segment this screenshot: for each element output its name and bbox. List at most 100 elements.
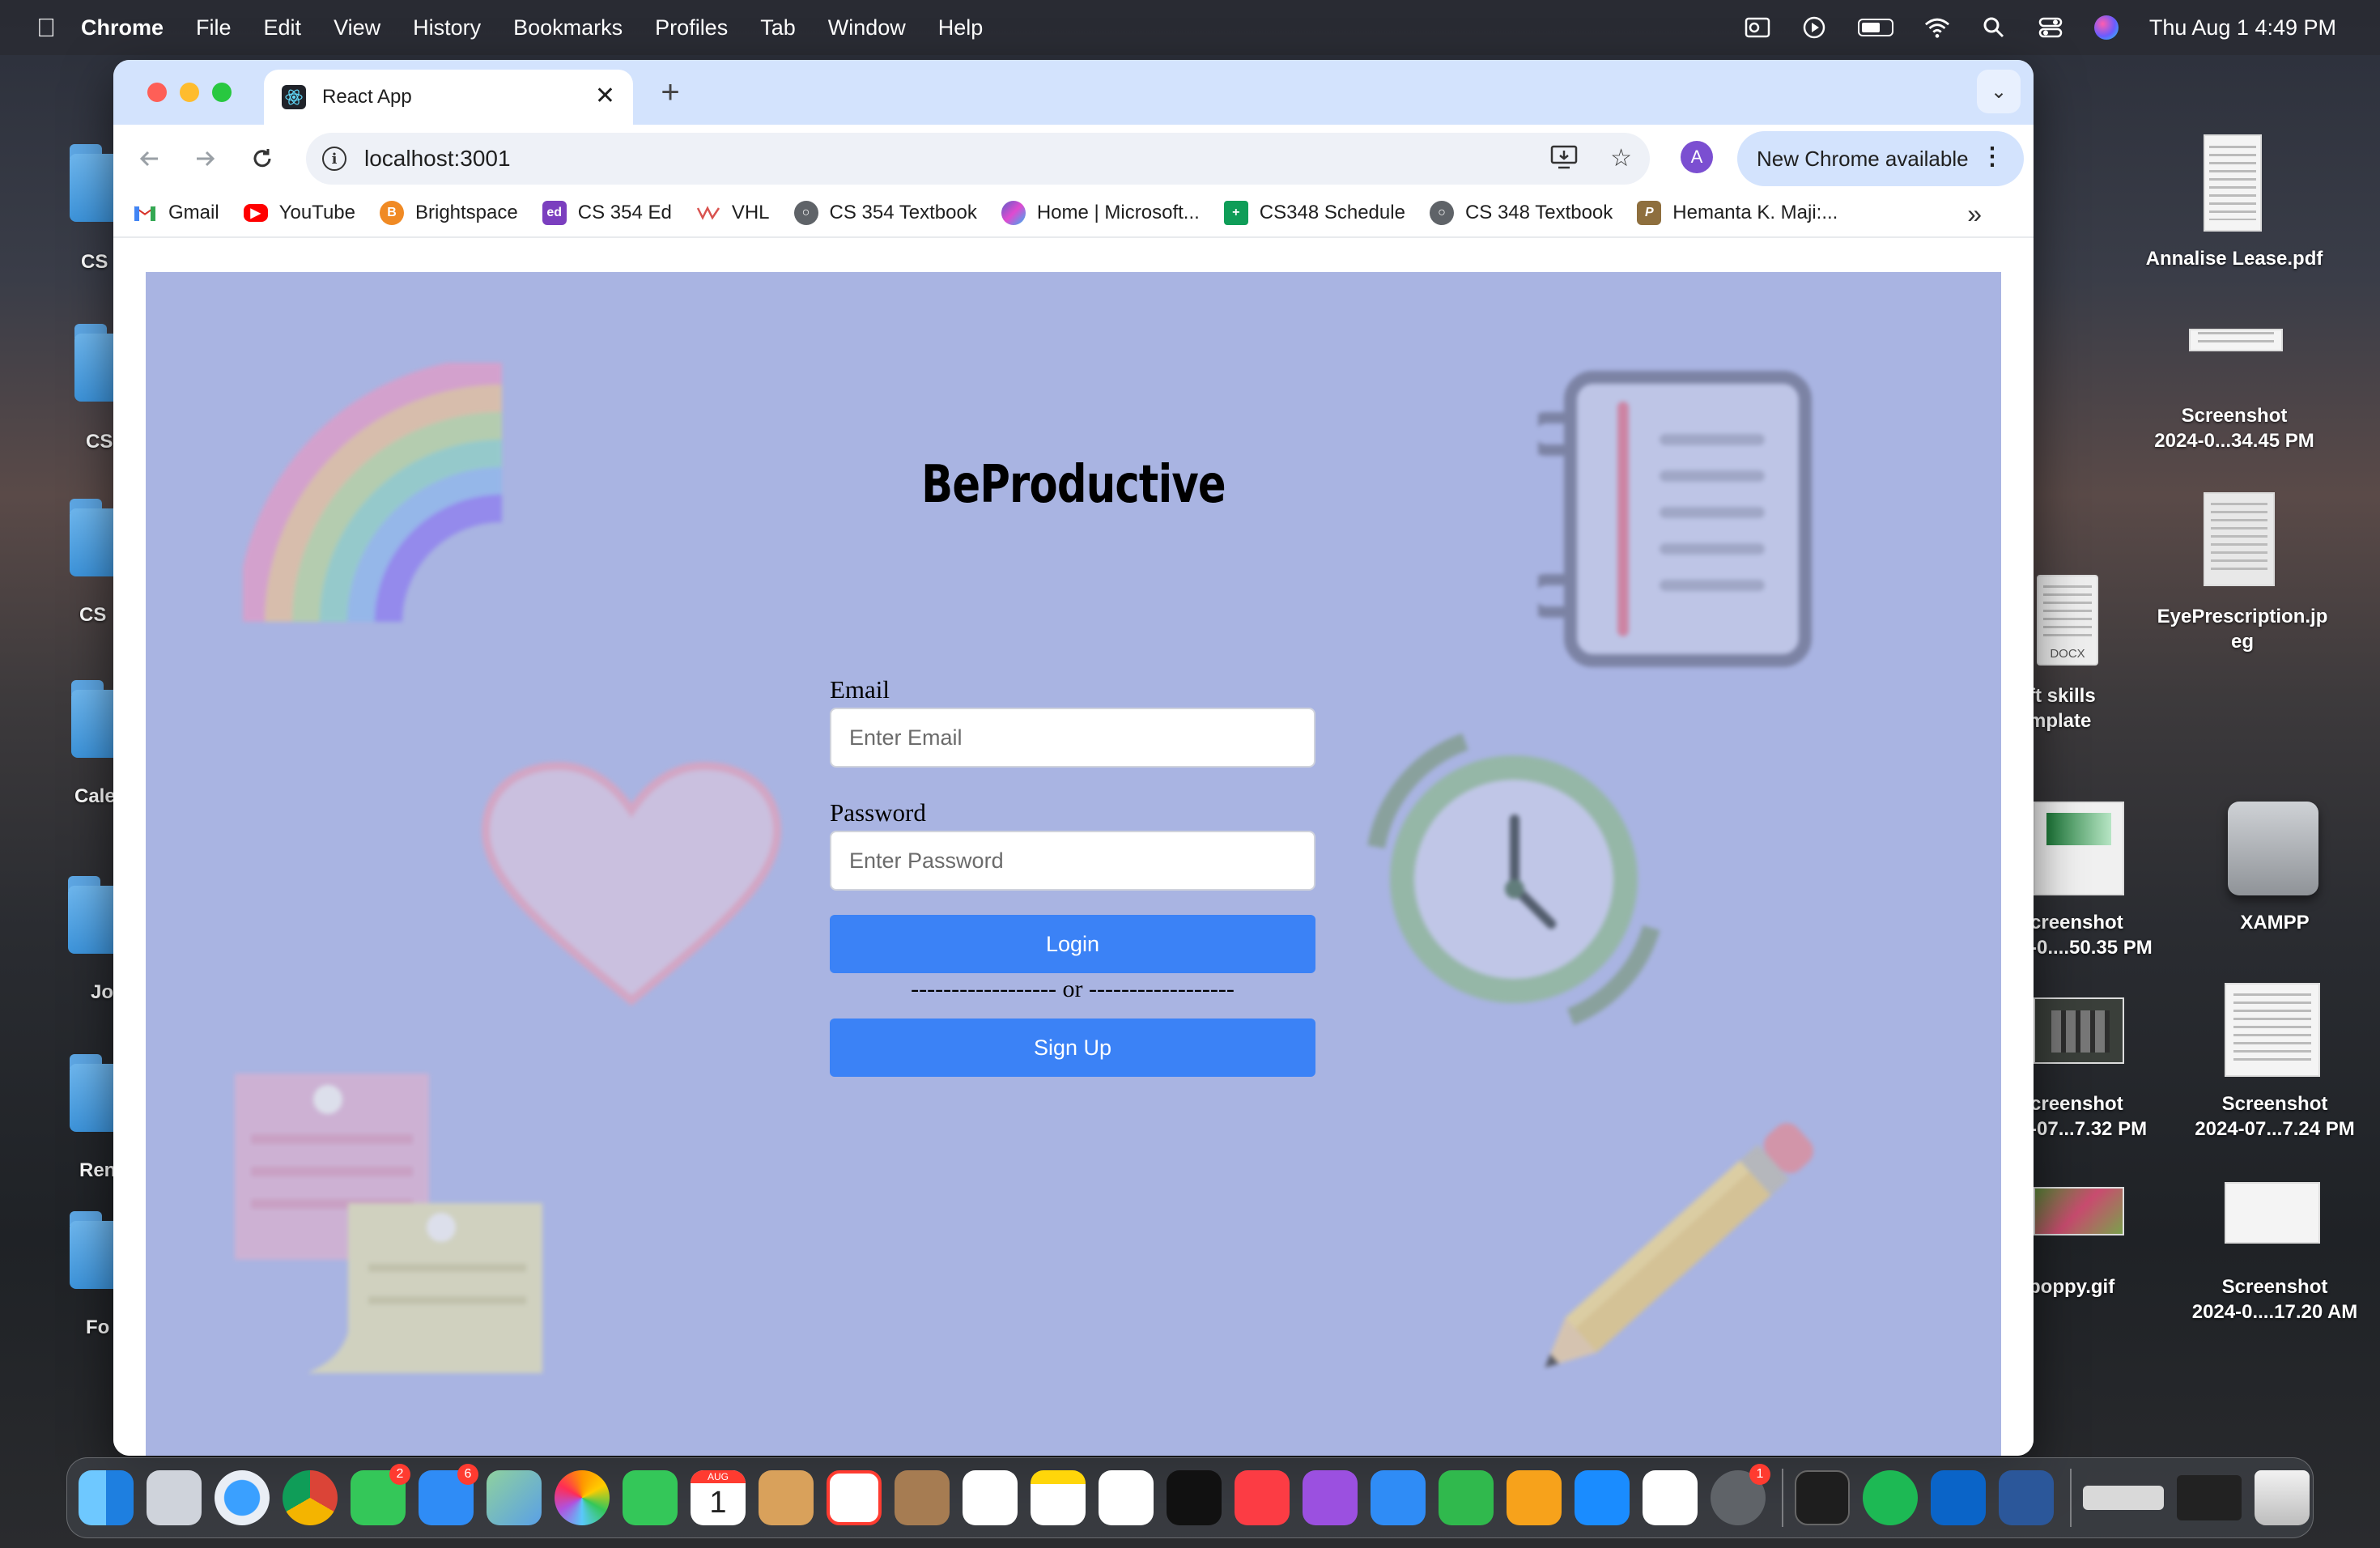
tab-strip: React App ✕ + ⌄ xyxy=(113,60,2034,125)
menu-help[interactable]: Help xyxy=(938,15,984,40)
finder-icon[interactable] xyxy=(79,1470,134,1525)
wifi-icon[interactable] xyxy=(1924,15,1950,40)
gif-file-icon[interactable] xyxy=(2034,1187,2124,1235)
bookmark-microsoft-home[interactable]: Home | Microsoft... xyxy=(1001,201,1200,225)
notes-icon[interactable] xyxy=(1031,1470,1086,1525)
docx-file-icon[interactable]: DOCX xyxy=(2037,575,2098,666)
screenshot-file-icon[interactable] xyxy=(2225,1182,2320,1244)
word-icon[interactable] xyxy=(1999,1470,2054,1525)
spotlight-search-icon[interactable] xyxy=(1981,15,2007,40)
forward-button[interactable] xyxy=(188,141,223,176)
new-chrome-available-button[interactable]: New Chrome available ⋮ xyxy=(1737,131,2024,186)
bookmark-gmail[interactable]: Gmail xyxy=(133,201,219,225)
bookmark-cs348-schedule[interactable]: + CS348 Schedule xyxy=(1223,201,1405,225)
vscode-icon[interactable] xyxy=(1643,1470,1698,1525)
terminal-icon[interactable] xyxy=(1795,1470,1850,1525)
calendar-icon[interactable]: AUG 1 xyxy=(691,1470,746,1525)
email-input[interactable] xyxy=(830,708,1315,768)
pages-icon[interactable] xyxy=(1507,1470,1562,1525)
bookmark-label: Hemanta K. Maji:... xyxy=(1672,202,1838,223)
kebab-menu-icon[interactable]: ⋮ xyxy=(1980,142,2004,172)
profile-avatar[interactable]: A xyxy=(1681,141,1713,173)
desktop-file-label: XAMPP xyxy=(2240,912,2310,933)
battery-icon[interactable] xyxy=(1857,19,1893,36)
bookmark-brightspace[interactable]: B Brightspace xyxy=(379,201,518,225)
news-icon[interactable] xyxy=(827,1470,882,1525)
close-window-button[interactable] xyxy=(147,83,167,102)
install-app-icon[interactable] xyxy=(1550,144,1578,177)
freeform-icon[interactable] xyxy=(1099,1470,1154,1525)
recent-document-icon[interactable] xyxy=(2083,1486,2164,1510)
tab-search-button[interactable]: ⌄ xyxy=(1977,70,2021,113)
screenshot-file-icon[interactable] xyxy=(2034,802,2124,895)
menu-view[interactable]: View xyxy=(334,15,380,40)
bookmark-label: CS348 Schedule xyxy=(1259,202,1405,223)
trash-icon[interactable] xyxy=(2255,1470,2310,1525)
recent-screenshot-icon[interactable] xyxy=(2177,1475,2242,1520)
tab-react-app[interactable]: React App ✕ xyxy=(264,70,633,125)
password-input[interactable] xyxy=(830,831,1315,891)
back-button[interactable] xyxy=(131,141,167,176)
reminders-icon[interactable] xyxy=(963,1470,1018,1525)
menu-window[interactable]: Window xyxy=(828,15,906,40)
menubar-clock[interactable]: Thu Aug 1 4:49 PM xyxy=(2149,15,2336,40)
more-bookmarks-icon[interactable]: » xyxy=(1967,199,1982,229)
system-settings-icon[interactable]: 1 xyxy=(1711,1464,1770,1525)
login-button[interactable]: Login xyxy=(830,915,1315,973)
address-bar[interactable]: i localhost:3001 ☆ xyxy=(306,133,1650,185)
menu-bookmarks[interactable]: Bookmarks xyxy=(513,15,623,40)
mail-icon[interactable]: 6 xyxy=(419,1464,478,1525)
messages-icon[interactable]: 2 xyxy=(351,1464,410,1525)
outlook-icon[interactable] xyxy=(1931,1470,1986,1525)
outlook-status-icon[interactable] xyxy=(1745,15,1770,40)
menu-tab[interactable]: Tab xyxy=(760,15,796,40)
minimize-window-button[interactable] xyxy=(180,83,199,102)
chrome-icon[interactable] xyxy=(283,1470,338,1525)
pdf-file-icon[interactable] xyxy=(2204,134,2262,232)
screenshot-file-icon[interactable] xyxy=(2225,983,2320,1077)
signup-button[interactable]: Sign Up xyxy=(830,1019,1315,1077)
podcasts-icon[interactable] xyxy=(1303,1470,1358,1525)
numbers-icon[interactable] xyxy=(1439,1470,1494,1525)
menu-history[interactable]: History xyxy=(413,15,481,40)
site-info-icon[interactable]: i xyxy=(322,147,346,171)
password-label: Password xyxy=(830,798,926,827)
archive-utility-icon[interactable] xyxy=(759,1470,814,1525)
play-circle-icon[interactable] xyxy=(1801,15,1827,40)
close-tab-icon[interactable]: ✕ xyxy=(595,84,615,108)
control-center-icon[interactable] xyxy=(2038,15,2063,40)
keynote-icon[interactable] xyxy=(1371,1470,1426,1525)
image-file-icon[interactable] xyxy=(2204,492,2275,586)
facetime-icon[interactable] xyxy=(623,1470,678,1525)
bookmark-cs354-ed[interactable]: ed CS 354 Ed xyxy=(542,201,672,225)
music-icon[interactable] xyxy=(1235,1470,1290,1525)
bookmark-cs348-textbook[interactable]: ○ CS 348 Textbook xyxy=(1429,201,1613,225)
zoom-window-button[interactable] xyxy=(212,83,232,102)
contacts-icon[interactable] xyxy=(895,1470,950,1525)
launchpad-icon[interactable] xyxy=(147,1470,202,1525)
app-store-icon[interactable] xyxy=(1575,1470,1630,1525)
screenshot-file-icon[interactable] xyxy=(2189,329,2283,351)
menu-file[interactable]: File xyxy=(196,15,232,40)
drive-icon[interactable] xyxy=(2228,802,2318,895)
maps-icon[interactable] xyxy=(487,1470,542,1525)
bookmark-cs354-textbook[interactable]: ○ CS 354 Textbook xyxy=(793,201,977,225)
url-text[interactable]: localhost:3001 xyxy=(364,146,511,172)
apple-tv-icon[interactable] xyxy=(1167,1470,1222,1525)
bookmark-star-icon[interactable]: ☆ xyxy=(1610,144,1632,177)
bookmark-hemanta-maji[interactable]: P Hemanta K. Maji:... xyxy=(1637,201,1838,225)
menu-edit[interactable]: Edit xyxy=(264,15,302,40)
screenshot-file-icon[interactable] xyxy=(2034,997,2124,1064)
menu-profiles[interactable]: Profiles xyxy=(655,15,728,40)
new-tab-button[interactable]: + xyxy=(652,74,688,110)
menu-app-chrome[interactable]: Chrome xyxy=(81,15,164,40)
globe-icon: ○ xyxy=(793,201,818,225)
spotify-icon[interactable] xyxy=(1863,1470,1918,1525)
bookmark-vhl[interactable]: VHL xyxy=(696,201,770,225)
apple-icon[interactable]:  xyxy=(34,13,58,42)
photos-icon[interactable] xyxy=(555,1470,610,1525)
safari-icon[interactable] xyxy=(215,1470,270,1525)
siri-icon[interactable] xyxy=(2093,15,2119,40)
bookmark-youtube[interactable]: ▶ YouTube xyxy=(243,202,355,224)
reload-button[interactable] xyxy=(244,141,280,176)
